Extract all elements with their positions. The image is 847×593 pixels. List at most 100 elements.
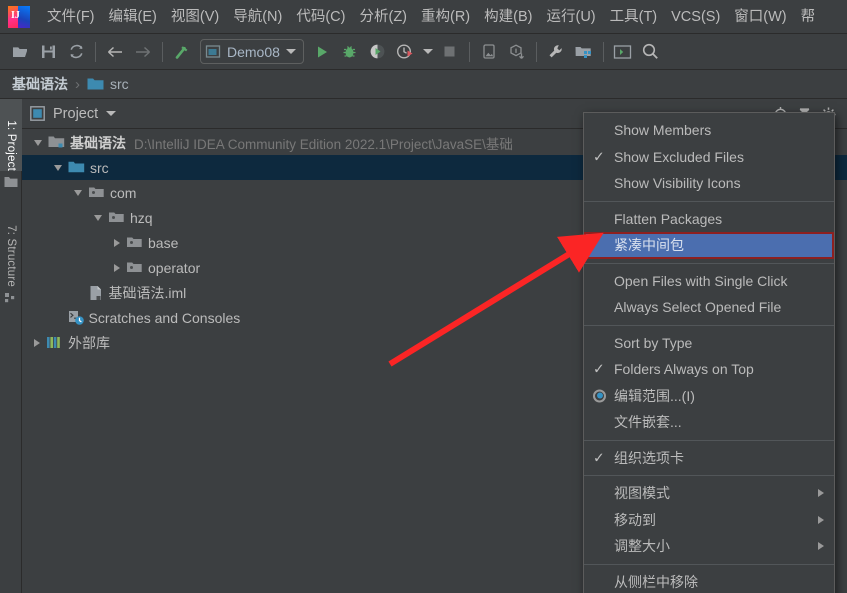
tree-row-label: 外部库 — [68, 334, 110, 351]
tree-row-label: hzq — [130, 209, 153, 226]
device-manager-icon[interactable] — [475, 38, 503, 66]
menu-item[interactable]: 构建(B) — [477, 4, 539, 30]
tree-row-label: Scratches and Consoles — [88, 309, 241, 326]
menu-item[interactable]: 编辑(E) — [102, 4, 164, 30]
menu-separator — [584, 475, 834, 476]
menu-item[interactable]: 帮 — [794, 4, 823, 30]
search-everywhere-icon[interactable] — [637, 38, 665, 66]
menu-item[interactable]: 视图(V) — [164, 4, 226, 30]
context-menu-item-label: Folders Always on Top — [614, 361, 754, 378]
chevron-down-icon[interactable] — [34, 139, 42, 146]
context-menu-item[interactable]: ✓ Folders Always on Top — [584, 356, 834, 383]
radio-selected-icon — [593, 389, 606, 403]
submenu-arrow-icon — [818, 489, 824, 498]
context-menu-item[interactable]: Flatten Packages — [584, 206, 834, 233]
context-menu-item[interactable]: ✓ 组织选项卡 — [584, 445, 834, 472]
sync-project-icon[interactable] — [503, 38, 531, 66]
chevron-down-icon[interactable] — [94, 214, 102, 221]
context-menu-item[interactable]: Always Select Opened File — [584, 294, 834, 321]
refresh-icon[interactable] — [62, 38, 90, 66]
context-menu-item-label: Open Files with Single Click — [614, 272, 788, 289]
menu-item[interactable]: 运行(U) — [539, 4, 602, 30]
intellij-logo-icon: IJ — [8, 5, 30, 28]
context-menu-item[interactable]: 从侧栏中移除 — [584, 569, 834, 593]
menu-item[interactable]: 代码(C) — [289, 4, 352, 30]
sidebar-item-structure-label: 7: Structure — [5, 225, 17, 287]
sidebar-item-structure[interactable]: 7: Structure — [0, 197, 22, 287]
run-icon[interactable] — [308, 38, 336, 66]
context-menu-item[interactable]: 调整大小 — [584, 533, 834, 560]
menu-item[interactable]: VCS(S) — [664, 4, 727, 30]
scratches-icon — [67, 310, 84, 326]
source-folder-icon — [68, 160, 85, 176]
sidebar-item-project[interactable]: 1: Project — [0, 99, 22, 171]
project-view-options-context-menu[interactable]: Show Members ✓ Show Excluded Files Show Vis… — [583, 112, 835, 593]
chevron-down-icon[interactable] — [54, 164, 62, 171]
breadcrumb-leaf[interactable]: src — [110, 76, 129, 92]
context-menu-item[interactable]: ✓ Show Excluded Files — [584, 144, 834, 171]
context-menu-item-label: 文件嵌套... — [614, 414, 682, 431]
context-menu-item[interactable]: 紧凑中间包 — [584, 232, 834, 259]
context-menu-item[interactable]: Show Visibility Icons — [584, 170, 834, 197]
hammer-icon[interactable] — [168, 38, 196, 66]
terminal-icon[interactable] — [609, 38, 637, 66]
context-menu-item[interactable]: 视图模式 — [584, 480, 834, 507]
profiler-dropdown-icon[interactable] — [420, 38, 436, 66]
arrow-right-icon[interactable] — [129, 38, 157, 66]
chevron-down-icon[interactable] — [74, 189, 82, 196]
tree-row-label: base — [148, 234, 179, 251]
menu-item[interactable]: 工具(T) — [603, 4, 665, 30]
chevron-right-icon[interactable] — [114, 238, 120, 247]
chevron-right-icon[interactable] — [114, 263, 120, 272]
sidebar-item-project-label: 1: Project — [5, 120, 17, 171]
tree-row-path: D:\IntelliJ IDEA Community Edition 2022.… — [134, 136, 513, 152]
check-icon: ✓ — [593, 360, 605, 377]
menu-item[interactable]: 导航(N) — [226, 4, 289, 30]
context-menu-item-label: 紧凑中间包 — [614, 237, 684, 254]
run-config-label: Demo08 — [227, 43, 280, 60]
context-menu-item-label: 编辑范围...(I) — [614, 387, 695, 404]
context-menu-item[interactable]: 编辑范围...(I) — [584, 383, 834, 410]
run-configuration-selector[interactable]: Demo08 — [200, 39, 304, 64]
context-menu-item[interactable]: 文件嵌套... — [584, 409, 834, 436]
check-icon: ✓ — [593, 148, 605, 165]
run-with-coverage-icon[interactable] — [364, 38, 392, 66]
open-folder-icon[interactable] — [6, 38, 34, 66]
context-menu-item-label: 调整大小 — [614, 538, 670, 555]
context-menu-item-label: Show Visibility Icons — [614, 175, 741, 192]
chevron-down-icon[interactable] — [285, 49, 296, 54]
context-menu-item[interactable]: 移动到 — [584, 507, 834, 534]
external-libraries-icon — [46, 335, 63, 351]
context-menu-item[interactable]: Show Members — [584, 117, 834, 144]
arrow-left-icon[interactable] — [101, 38, 129, 66]
context-menu-item[interactable]: Open Files with Single Click — [584, 268, 834, 295]
tree-row-label: src — [90, 159, 109, 176]
iml-file-icon — [87, 285, 104, 301]
menu-item[interactable]: 文件(F) — [40, 4, 102, 30]
tree-row-label: operator — [148, 259, 201, 276]
menu-item[interactable]: 重构(R) — [414, 4, 477, 30]
project-tab-icon — [4, 175, 18, 189]
package-icon — [126, 260, 143, 276]
menu-separator — [584, 439, 834, 441]
project-panel-chevron-down-icon[interactable] — [106, 111, 117, 116]
project-structure-icon[interactable] — [570, 38, 598, 66]
check-icon: ✓ — [593, 449, 605, 466]
context-menu-item-label: 从侧栏中移除 — [614, 573, 698, 590]
idea-window: IJ 文件(F) 编辑(E) 视图(V) 导航(N) 代码(C) 分析(Z) 重构(R) 构建… — [0, 0, 847, 593]
context-menu-item-label: Always Select Opened File — [614, 299, 782, 316]
context-menu-item-label: 组织选项卡 — [614, 449, 684, 466]
breadcrumb-root[interactable]: 基础语法 — [12, 74, 68, 94]
module-icon — [48, 135, 65, 151]
save-icon[interactable] — [34, 38, 62, 66]
context-menu-item[interactable]: Sort by Type — [584, 330, 834, 357]
menu-separator — [584, 200, 834, 202]
menu-item[interactable]: 窗口(W) — [727, 4, 793, 30]
tree-row-label: com — [110, 184, 137, 201]
menu-item[interactable]: 分析(Z) — [352, 4, 414, 30]
tree-row-label: 基础语法 — [70, 134, 126, 151]
chevron-right-icon[interactable] — [34, 338, 40, 347]
debug-icon[interactable] — [336, 38, 364, 66]
wrench-icon[interactable] — [542, 38, 570, 66]
profiler-icon[interactable] — [392, 38, 420, 66]
